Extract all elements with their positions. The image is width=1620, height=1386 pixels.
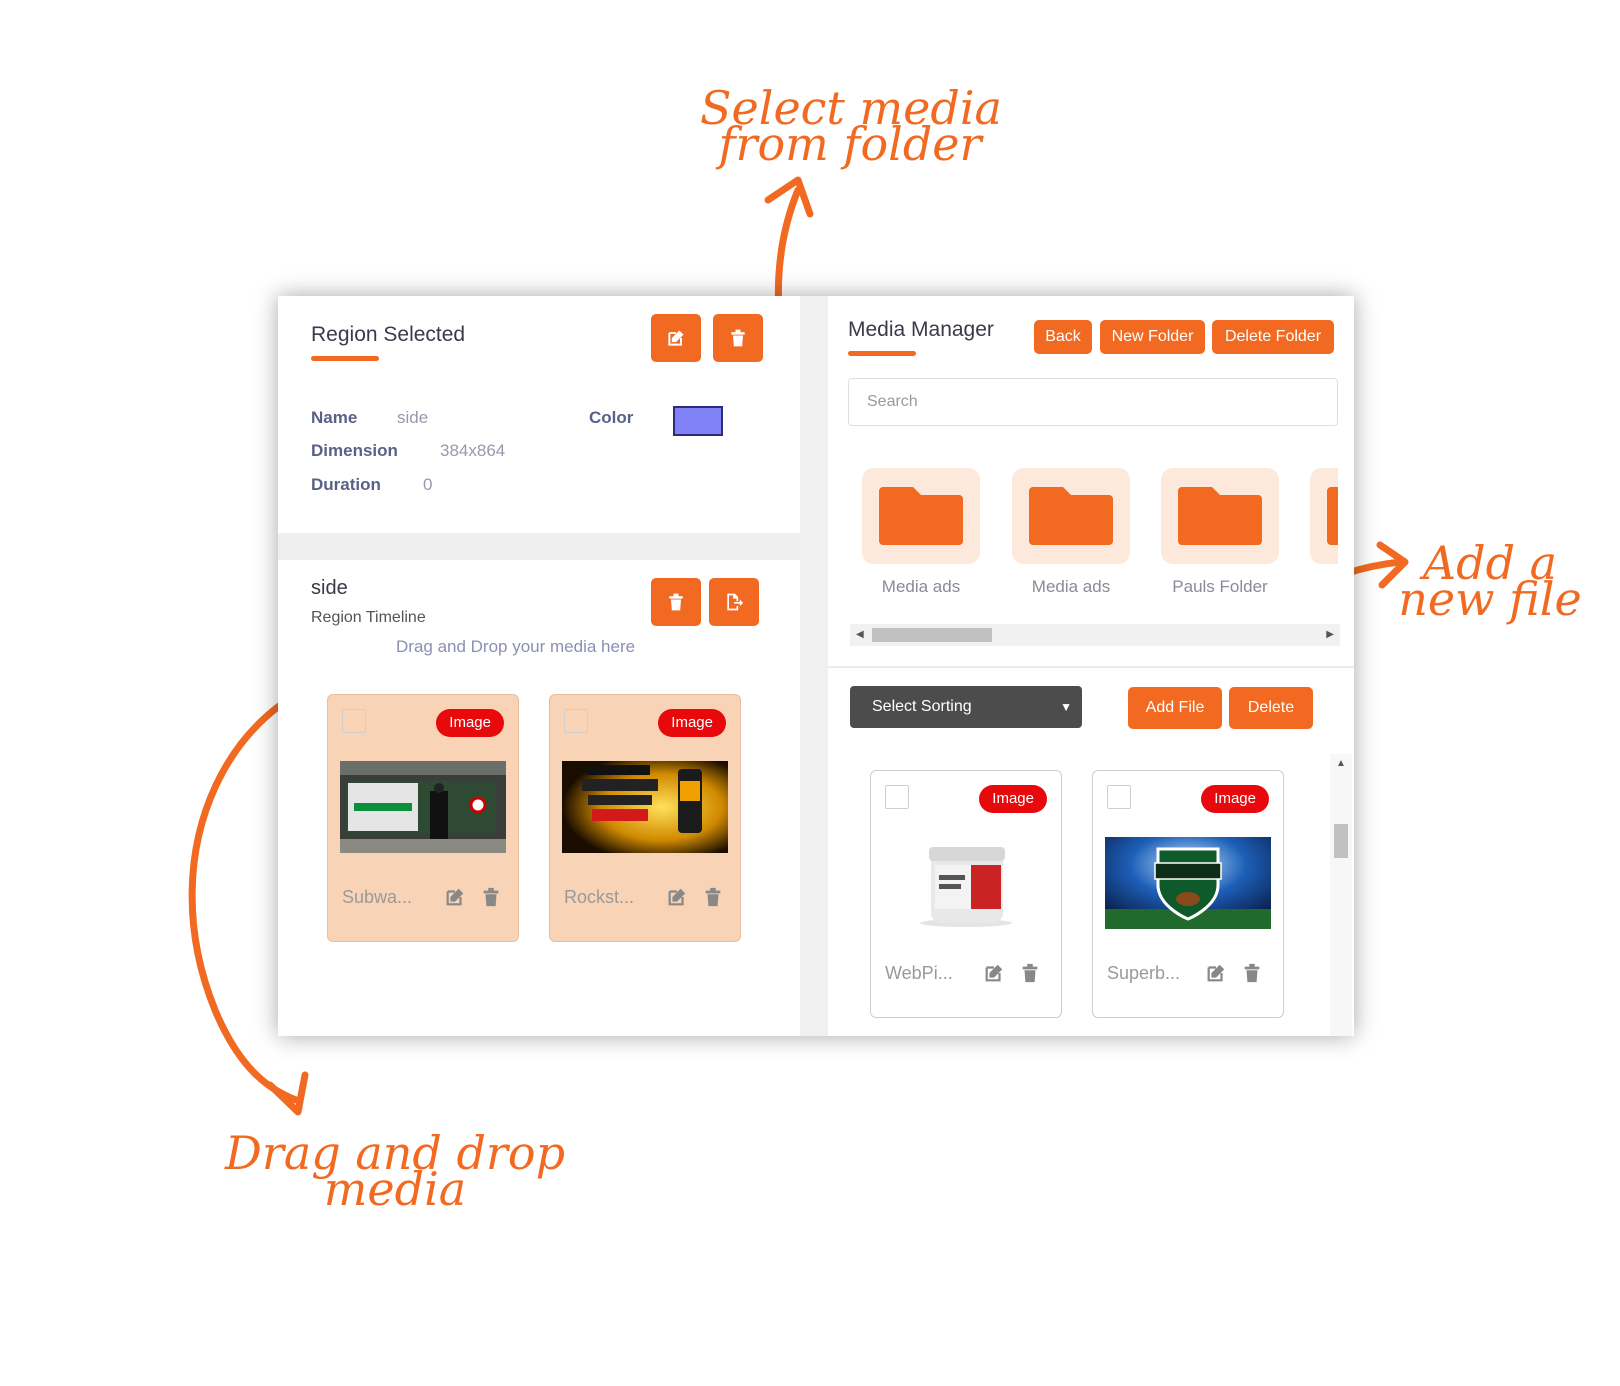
delete-region-button[interactable] [713,314,763,362]
folder-icon [1029,487,1113,545]
panel-gutter [800,296,828,1036]
trash-icon[interactable] [702,886,724,908]
edit-icon[interactable] [1205,962,1227,984]
folder-icon [1178,487,1262,545]
edit-icon[interactable] [666,886,688,908]
subway-ad-thumbnail [340,761,506,853]
edit-icon [668,330,684,346]
section-separator [278,533,800,560]
drop-zone-hint[interactable]: Drag and Drop your media here [396,637,635,657]
media-type-badge: Image [979,785,1047,813]
region-selected-title: Region Selected [311,323,466,346]
select-checkbox[interactable] [1107,785,1131,809]
sorting-select-value: Select Sorting [872,698,972,715]
folder-item[interactable] [1161,468,1279,564]
folder-name[interactable]: Pauls Folder [1145,577,1295,597]
search-input[interactable] [848,378,1338,426]
media-manager-title: Media Manager [848,318,994,341]
shrimp-flakes-thumbnail [883,837,1049,929]
dimension-label: Dimension [311,441,398,460]
media-type-badge: Image [436,709,504,737]
scroll-up-arrow-icon[interactable]: ▲ [1336,758,1346,769]
caret-down-icon: ▼ [1060,700,1072,714]
trash-icon[interactable] [1241,962,1263,984]
folder-item-partial[interactable] [1310,468,1338,564]
title-underline [311,356,379,361]
annotation-select-media: Select media from folder [700,81,1002,171]
app-screenshot: Region Selected Name side Color Dimensio… [278,296,1354,1036]
folder-item[interactable] [1012,468,1130,564]
region-panel: Region Selected Name side Color Dimensio… [278,296,800,1036]
media-name: Subwa... [342,887,413,907]
trash-icon [669,593,683,611]
back-button[interactable]: Back [1034,320,1092,354]
duration-label: Duration [311,475,381,494]
scrollbar-thumb[interactable] [1334,824,1348,858]
edit-icon[interactable] [444,886,466,908]
edit-region-button[interactable] [651,314,701,362]
trash-icon[interactable] [480,886,502,908]
media-vertical-scrollbar[interactable]: ▲ [1330,754,1352,1036]
name-label: Name [311,408,358,427]
scroll-right-arrow-icon[interactable]: ▶ [1326,629,1334,640]
color-swatch[interactable] [673,406,723,436]
folder-icon [1327,487,1338,545]
add-file-button[interactable]: Add File [1128,687,1222,729]
delete-file-button[interactable]: Delete [1229,687,1313,729]
color-label: Color [589,408,634,427]
arrow-head-folders [764,176,814,218]
duration-value: 0 [423,475,433,494]
annotation-add-file: Add a new file [1398,536,1582,626]
timeline-subtitle: Region Timeline [311,609,426,626]
timeline-media-card[interactable]: Image Rockst... [549,694,741,942]
annotation-drag-drop: Drag and drop media [224,1126,566,1216]
arrow-head-drag-drop [266,1071,309,1116]
library-media-card[interactable]: Image WebPi... [870,770,1062,1018]
scroll-left-arrow-icon[interactable]: ◀ [856,629,864,640]
select-checkbox[interactable] [342,709,366,733]
scrollbar-thumb[interactable] [872,628,992,642]
edit-icon[interactable] [983,962,1005,984]
new-folder-button[interactable]: New Folder [1100,320,1205,354]
rockstar-ad-thumbnail [562,761,728,853]
delete-timeline-button[interactable] [651,578,701,626]
file-export-icon [727,593,744,611]
timeline-media-card[interactable]: Image Subwa... [327,694,519,942]
title-underline [848,351,916,356]
media-type-badge: Image [658,709,726,737]
select-checkbox[interactable] [885,785,909,809]
media-manager-panel: Media Manager Back New Folder Delete Fol… [828,296,1354,1036]
media-name: WebPi... [885,963,953,983]
name-value: side [397,408,429,427]
dimension-value: 384x864 [440,441,506,460]
hashtag-bowl-thumbnail [1105,837,1271,929]
delete-folder-button[interactable]: Delete Folder [1212,320,1334,354]
export-timeline-button[interactable] [709,578,759,626]
library-media-card[interactable]: Image Superb... [1092,770,1284,1018]
timeline-region-name: side [311,577,348,599]
folder-name[interactable]: Media ads [846,577,996,597]
folder-name[interactable]: Media ads [996,577,1146,597]
folder-icon [879,487,963,545]
media-name: Superb... [1107,963,1181,983]
media-name: Rockst... [564,887,635,907]
folder-item[interactable] [862,468,980,564]
sorting-select[interactable]: Select Sorting ▼ [850,686,1082,728]
media-type-badge: Image [1201,785,1269,813]
section-divider [828,666,1354,668]
folders-horizontal-scrollbar[interactable]: ◀ ▶ [850,624,1340,646]
trash-icon [731,329,745,347]
select-checkbox[interactable] [564,709,588,733]
trash-icon[interactable] [1019,962,1041,984]
